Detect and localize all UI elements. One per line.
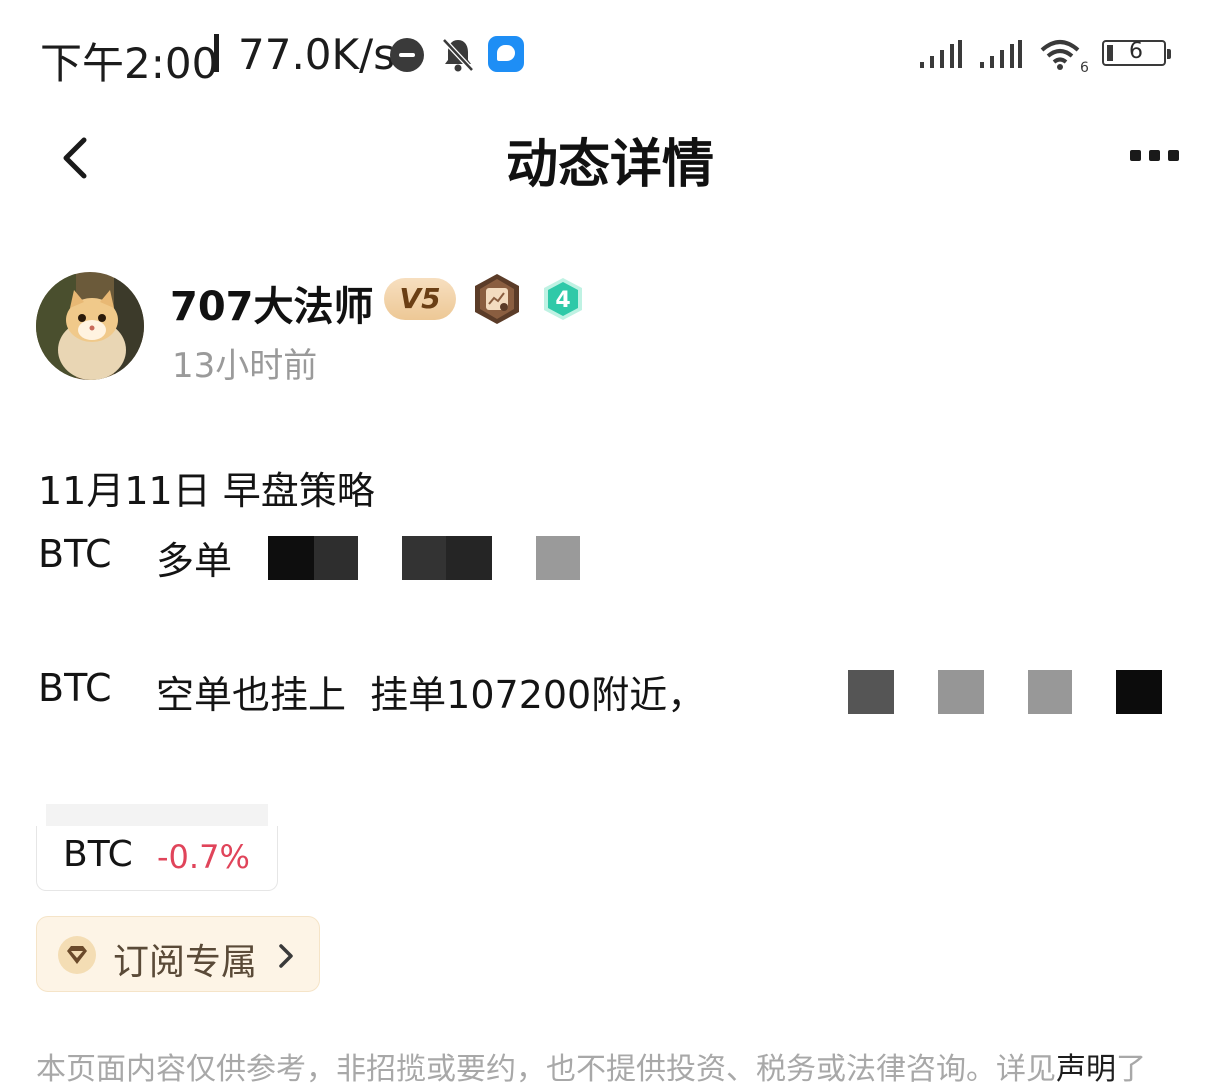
more-button[interactable] bbox=[1124, 140, 1184, 170]
chevron-right-icon bbox=[279, 944, 293, 968]
status-bar: 下午2:00 77.0K/s 6 6 bbox=[0, 0, 1220, 110]
status-time: 下午2:00 bbox=[40, 39, 219, 88]
ticker-card[interactable]: BTC -0.7% bbox=[36, 826, 278, 891]
more-icon bbox=[1130, 150, 1141, 161]
subscribe-exclusive-button[interactable]: 订阅专属 bbox=[36, 916, 320, 992]
wifi-icon: 6 bbox=[1040, 40, 1089, 74]
post-line2-text: 多单 bbox=[156, 539, 233, 583]
post-time: 13小时前 bbox=[172, 346, 318, 386]
dnd-icon bbox=[390, 38, 424, 72]
wifi-tag: 6 bbox=[1080, 60, 1089, 74]
ticker-change: -0.7% bbox=[157, 838, 250, 876]
battery-icon: 6 bbox=[1102, 39, 1171, 66]
post-line3-symbol: BTC bbox=[38, 666, 112, 710]
avatar-image bbox=[36, 272, 144, 380]
ticker-symbol: BTC bbox=[63, 834, 133, 875]
diamond-icon bbox=[58, 936, 96, 974]
page-title: 动态详情 bbox=[505, 135, 714, 195]
medal-icon bbox=[475, 274, 519, 324]
subscribe-label: 订阅专属 bbox=[113, 942, 258, 983]
signal-icon-2 bbox=[980, 40, 1022, 68]
disclaimer-link[interactable]: 声明 bbox=[1056, 1052, 1116, 1087]
signal-icon bbox=[920, 40, 962, 68]
status-net-speed: 77.0K/s bbox=[238, 30, 396, 79]
post-line3-text: 空单也挂上 挂单107200附近， bbox=[156, 673, 706, 717]
avatar[interactable] bbox=[36, 272, 144, 380]
app-notification-icon bbox=[488, 36, 524, 72]
post-line2-symbol: BTC bbox=[38, 532, 112, 576]
level-badge-icon: 4 bbox=[544, 278, 582, 320]
author-name[interactable]: 707大法师 bbox=[170, 274, 374, 332]
status-divider bbox=[214, 34, 219, 72]
level-number: 4 bbox=[555, 288, 570, 313]
battery-level: 6 bbox=[1129, 39, 1143, 64]
post-title-line: 11月11日 早盘策略 bbox=[38, 469, 375, 513]
vip-badge: V5 bbox=[384, 278, 456, 320]
disclaimer-tail: 了 bbox=[1116, 1052, 1146, 1087]
bell-off-icon bbox=[442, 38, 474, 72]
disclaimer: 本页面内容仅供参考，非招揽或要约，也不提供投资、税务或法律咨询。详见声明了 bbox=[36, 1044, 1186, 1088]
disclaimer-text: 本页面内容仅供参考，非招揽或要约，也不提供投资、税务或法律咨询。详见 bbox=[36, 1052, 1056, 1087]
